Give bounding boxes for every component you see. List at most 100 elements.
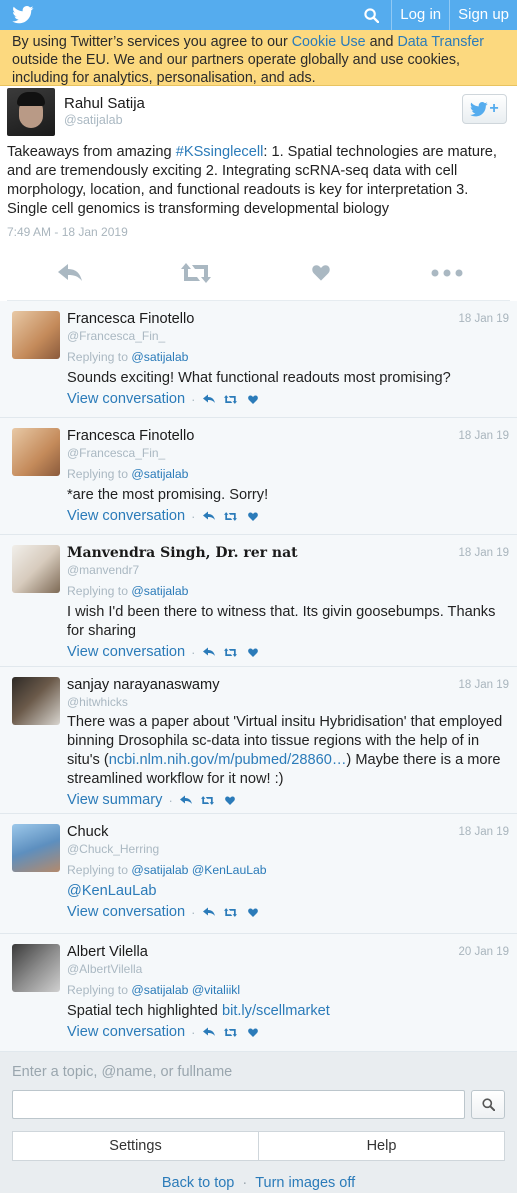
more-button[interactable]: [417, 269, 477, 277]
retweet-icon[interactable]: [224, 646, 238, 658]
replying-to: Replying to @satijalab @vitaliikl: [67, 983, 510, 1000]
twitter-bird-icon: [470, 101, 489, 116]
reply-text: @KenLauLab: [67, 882, 510, 901]
reply-author-handle[interactable]: @hitwhicks: [67, 695, 510, 712]
reply-icon[interactable]: [202, 906, 216, 918]
pubmed-link[interactable]: ncbi.nlm.nih.gov/m/pubmed/28860…: [109, 752, 347, 768]
replying-prefix: Replying to: [67, 983, 132, 997]
author-handle[interactable]: @satijalab: [64, 113, 145, 127]
avatar[interactable]: [12, 677, 60, 725]
separator-dot: ·: [191, 904, 196, 920]
replying-prefix: Replying to: [67, 467, 132, 481]
avatar[interactable]: [12, 545, 60, 593]
list-item[interactable]: Manvendra Singh, Dr. rer nat @manvendr7 …: [0, 535, 517, 667]
list-item[interactable]: Chuck @Chuck_Herring Replying to @satija…: [0, 814, 517, 934]
reply-icon[interactable]: [202, 393, 216, 405]
help-button[interactable]: Help: [258, 1132, 504, 1160]
bitly-link[interactable]: bit.ly/scellmarket: [222, 1003, 330, 1019]
cookie-notice: By using Twitter’s services you agree to…: [0, 30, 517, 86]
retweet-icon[interactable]: [224, 1026, 238, 1038]
heart-icon[interactable]: [246, 1026, 260, 1038]
heart-icon[interactable]: [246, 906, 260, 918]
replying-to-link[interactable]: @satijalab @vitaliikl: [131, 983, 240, 997]
replying-to-link[interactable]: @satijalab: [131, 584, 188, 598]
reply-author-name[interactable]: Manvendra Singh, Dr. rer nat: [67, 545, 510, 563]
reply-icon[interactable]: [202, 510, 216, 522]
tweet-timestamp: 7:49 AM - 18 Jan 2019: [7, 225, 128, 239]
reply-date: 18 Jan 19: [458, 430, 509, 442]
avatar[interactable]: [7, 88, 55, 136]
reply-icon[interactable]: [202, 646, 216, 658]
settings-button[interactable]: Settings: [13, 1132, 258, 1160]
retweet-button[interactable]: [166, 262, 226, 283]
twitter-bird-icon[interactable]: [12, 6, 34, 24]
reply-text: There was a paper about 'Virtual insitu …: [67, 713, 510, 789]
search-input[interactable]: [12, 1090, 465, 1119]
heart-icon[interactable]: [246, 393, 260, 405]
view-conversation-link[interactable]: View conversation: [67, 508, 185, 524]
search-submit-button[interactable]: [471, 1090, 505, 1119]
replying-to-link[interactable]: @satijalab: [131, 467, 188, 481]
retweet-icon[interactable]: [224, 906, 238, 918]
top-bar: Log in Sign up: [0, 0, 517, 30]
login-link[interactable]: Log in: [391, 0, 449, 30]
replying-to-link[interactable]: @satijalab @KenLauLab: [131, 863, 266, 877]
separator-dot: ·: [191, 1024, 196, 1040]
signup-link[interactable]: Sign up: [449, 0, 517, 30]
retweet-icon: [180, 262, 211, 283]
avatar[interactable]: [12, 944, 60, 992]
tweet-text: Takeaways from amazing #KSsinglecell: 1.…: [7, 143, 510, 219]
heart-icon[interactable]: [246, 646, 260, 658]
replying-to-link[interactable]: @satijalab: [131, 350, 188, 364]
reply-author-name[interactable]: sanjay narayanaswamy: [67, 677, 510, 695]
reply-author-handle[interactable]: @Francesca_Fin_: [67, 446, 510, 463]
heart-icon[interactable]: [223, 794, 237, 806]
footer-links: Back to top · Turn images off: [12, 1175, 505, 1191]
data-transfer-link[interactable]: Data Transfer: [397, 34, 484, 50]
reply-author-name[interactable]: Francesca Finotello: [67, 428, 510, 446]
heart-icon[interactable]: [246, 510, 260, 522]
hashtag-link[interactable]: #KSsinglecell: [176, 144, 264, 160]
cookie-use-link[interactable]: Cookie Use: [292, 34, 366, 50]
reply-author-name[interactable]: Francesca Finotello: [67, 311, 510, 329]
avatar[interactable]: [12, 428, 60, 476]
turn-images-off-link[interactable]: Turn images off: [255, 1175, 355, 1191]
reply-text: Spatial tech highlighted bit.ly/scellmar…: [67, 1002, 510, 1021]
view-conversation-link[interactable]: View conversation: [67, 904, 185, 920]
reply-button[interactable]: [40, 263, 100, 282]
reply-author-handle[interactable]: @Chuck_Herring: [67, 842, 510, 859]
reply-icon[interactable]: [179, 794, 193, 806]
reply-icon[interactable]: [202, 1026, 216, 1038]
avatar[interactable]: [12, 311, 60, 359]
replying-to: Replying to @satijalab: [67, 350, 510, 367]
reply-author-handle[interactable]: @Francesca_Fin_: [67, 329, 510, 346]
list-item[interactable]: Albert Vilella @AlbertVilella Replying t…: [0, 934, 517, 1052]
list-item[interactable]: Francesca Finotello @Francesca_Fin_ Repl…: [0, 418, 517, 535]
follow-button[interactable]: +: [462, 94, 507, 124]
view-conversation-link[interactable]: View conversation: [67, 644, 185, 660]
view-summary-link[interactable]: View summary: [67, 792, 162, 808]
retweet-icon[interactable]: [224, 393, 238, 405]
plus-icon: +: [489, 100, 499, 117]
reply-author-handle[interactable]: @AlbertVilella: [67, 962, 510, 979]
mention-link[interactable]: @KenLauLab: [67, 883, 156, 899]
replying-to: Replying to @satijalab: [67, 467, 510, 484]
back-to-top-link[interactable]: Back to top: [162, 1175, 235, 1191]
notice-text-2: and: [365, 34, 398, 50]
reply-date: 18 Jan 19: [458, 679, 509, 691]
reply-author-name[interactable]: Chuck: [67, 824, 510, 842]
view-conversation-link[interactable]: View conversation: [67, 1024, 185, 1040]
retweet-icon[interactable]: [201, 794, 215, 806]
like-button[interactable]: [291, 264, 351, 281]
reply-footer: View summary ·: [67, 789, 510, 811]
list-item[interactable]: Francesca Finotello @Francesca_Fin_ Repl…: [0, 301, 517, 418]
search-button[interactable]: [352, 0, 391, 30]
author-name[interactable]: Rahul Satija: [64, 95, 145, 112]
retweet-icon[interactable]: [224, 510, 238, 522]
heart-icon: [312, 265, 331, 281]
view-conversation-link[interactable]: View conversation: [67, 391, 185, 407]
list-item[interactable]: sanjay narayanaswamy @hitwhicks There wa…: [0, 667, 517, 814]
reply-author-name[interactable]: Albert Vilella: [67, 944, 510, 962]
reply-author-handle[interactable]: @manvendr7: [67, 563, 510, 580]
avatar[interactable]: [12, 824, 60, 872]
